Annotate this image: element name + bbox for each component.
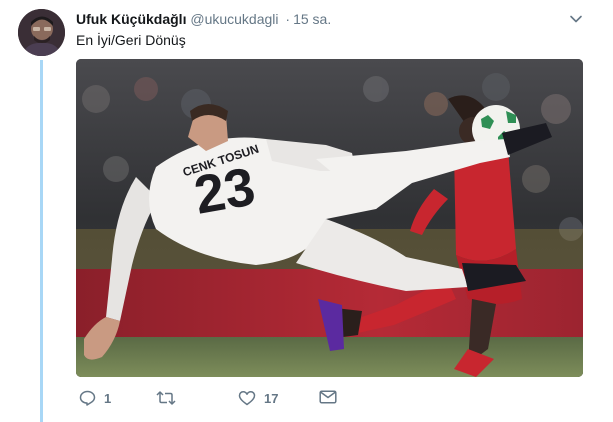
tweet-text: En İyi/Geri Dönüş (76, 32, 186, 48)
retweet-icon (156, 391, 176, 405)
avatar[interactable] (18, 9, 65, 56)
chevron-down-icon[interactable] (569, 12, 583, 26)
thread-line (40, 60, 43, 422)
tweet-header: Ufuk Küçükdağlı @ukucukdagli · 15 sa. (76, 10, 331, 28)
reply-button[interactable]: 1 (79, 390, 111, 406)
direct-message-button[interactable] (319, 390, 337, 404)
like-button[interactable]: 17 (238, 390, 278, 406)
heart-icon (238, 391, 256, 406)
tweet-photo[interactable]: 23 CENK TOSUN (76, 59, 583, 377)
like-count: 17 (264, 390, 279, 406)
football-photo: 23 CENK TOSUN (76, 59, 583, 377)
envelope-icon (319, 390, 337, 404)
tweet-actions: 1 17 (76, 390, 596, 410)
retweet-button[interactable] (156, 390, 184, 406)
reply-icon (79, 390, 96, 406)
avatar-image (18, 9, 65, 56)
reply-count: 1 (104, 390, 112, 406)
timestamp[interactable]: 15 sa. (293, 11, 331, 27)
author-handle[interactable]: @ukucukdagli (190, 11, 278, 27)
separator-dot: · (285, 11, 291, 27)
author-name[interactable]: Ufuk Küçükdağlı (76, 11, 186, 27)
